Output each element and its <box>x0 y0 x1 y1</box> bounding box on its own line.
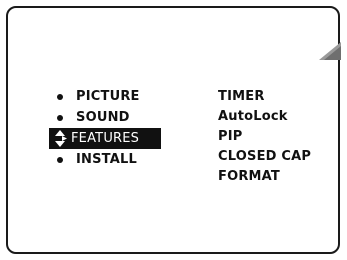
submenu-item-timer[interactable]: TIMER <box>218 86 311 106</box>
bullet-icon <box>57 156 63 163</box>
submenu-item-pip[interactable]: PIP <box>218 126 311 146</box>
menu-item-picture[interactable]: PICTURE <box>53 86 163 107</box>
up-down-arrow-icon <box>55 130 67 147</box>
features-submenu: TIMER AutoLock PIP CLOSED CAP FORMAT <box>218 86 311 186</box>
menu-item-sound[interactable]: SOUND <box>53 107 163 128</box>
menu-item-features[interactable]: FEATURES <box>49 128 161 149</box>
submenu-item-autolock[interactable]: AutoLock <box>218 106 311 126</box>
menu-item-label: PICTURE <box>76 89 140 104</box>
submenu-item-closed-cap[interactable]: CLOSED CAP <box>218 146 311 166</box>
bullet-icon <box>57 93 63 100</box>
corner-wedge-icon <box>319 42 341 60</box>
menu-item-label: FEATURES <box>71 131 140 146</box>
bullet-icon <box>57 114 63 121</box>
menu-item-install[interactable]: INSTALL <box>53 149 163 170</box>
menu-item-label: SOUND <box>76 110 130 125</box>
main-menu: PICTURE SOUND FEATURES INSTALL <box>49 86 163 170</box>
submenu-item-format[interactable]: FORMAT <box>218 166 311 186</box>
menu-item-label: INSTALL <box>76 152 137 167</box>
